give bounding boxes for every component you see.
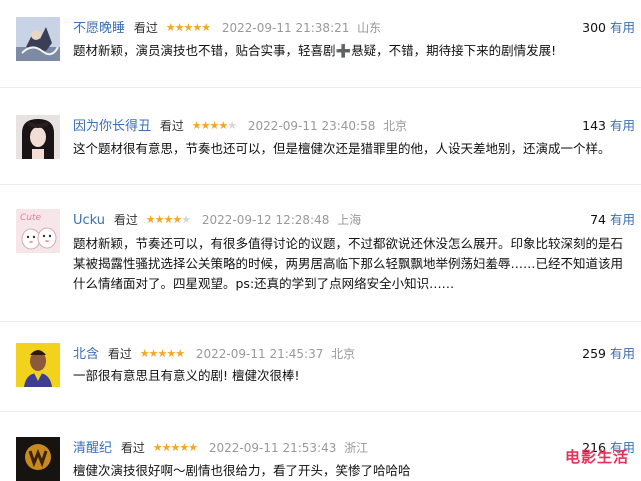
comment-text: 一部很有意思且有意义的剧! 檀健次很棒! [73,368,300,383]
star-filled-icon: ★ [165,21,176,34]
star-filled-icon: ★ [188,441,198,454]
comment-location: 上海 [337,213,362,227]
comment-time: 2022-09-11 21:38:21 [221,21,350,35]
vote-count: 143 [582,118,606,133]
useful-button[interactable]: 有用 [610,212,635,227]
vote-count: 74 [590,212,606,227]
rating-stars: ★★★★★ [191,117,237,135]
divider [0,184,641,185]
avatar[interactable] [16,115,60,159]
star-filled-icon: ★ [163,213,173,226]
avatar[interactable]: Cute [16,209,60,253]
watched-label: 看过 [133,21,158,35]
comment-time: 2022-09-11 21:45:37 [195,347,324,361]
rating-stars: ★★★★★ [152,439,198,457]
rating-stars: ★★★★★ [139,345,185,363]
comment-meta: 因为你长得丑 看过 ★★★★★ 2022-09-11 23:40:58 北京 [73,117,407,135]
comment-meta: Ucku 看过 ★★★★★ 2022-09-12 12:28:48 上海 [73,211,361,229]
vote-area: 259 有用 [582,345,635,363]
username-link[interactable]: Ucku [73,213,105,228]
star-filled-icon: ★ [209,119,219,132]
watched-label: 看过 [107,347,132,361]
star-filled-icon: ★ [157,347,167,360]
star-filled-icon: ★ [166,347,176,360]
vote-area: 74 有用 [590,211,635,229]
comment-meta: 北含 看过 ★★★★★ 2022-09-11 21:45:37 北京 [73,345,355,363]
comment-location: 北京 [331,347,356,361]
star-filled-icon: ★ [170,441,180,454]
star-filled-icon: ★ [175,347,185,360]
rating-stars: ★★★★★ [165,19,211,37]
username-link[interactable]: 北含 [73,347,99,362]
vote-count: 300 [582,20,606,35]
comment-time: 2022-09-12 12:28:48 [201,213,330,227]
divider [0,87,641,88]
plus-icon: ➕ [335,43,352,58]
star-empty-icon: ★ [181,213,191,226]
comment-location: 北京 [383,119,408,133]
avatar[interactable] [16,437,60,481]
divider [0,321,641,322]
comment-text: 这个题材很有意思，节奏也还可以，但是檀健次还是猎罪里的他，人设天差地别，还演成一… [73,141,611,156]
comment-time: 2022-09-11 21:53:43 [208,441,337,455]
star-filled-icon: ★ [191,119,202,132]
useful-button[interactable]: 有用 [610,346,635,361]
comment-meta: 清醒纪 看过 ★★★★★ 2022-09-11 21:53:43 浙江 [73,439,368,457]
comment-text: 题材新颖，节奏还可以，有很多值得讨论的议题，不过都欲说还休没怎么展开。印象比较深… [73,236,624,291]
star-empty-icon: ★ [227,119,237,132]
avatar[interactable] [16,17,60,61]
comment-meta: 不愿晚睡 看过 ★★★★★ 2022-09-11 21:38:21 山东 [73,19,381,37]
svg-text:Cute: Cute [20,213,42,223]
comment-text: 檀健次演技很好啊～剧情也很给力，看了开头，笑惨了哈哈哈 [73,463,411,478]
star-filled-icon: ★ [145,213,156,226]
comment-text: 题材新颖，演员演技也不错，贴合实事，轻喜剧➕悬疑，不错，期待接下来的剧情发展! [73,41,635,61]
username-link[interactable]: 不愿晚睡 [73,21,125,36]
username-link[interactable]: 因为你长得丑 [73,119,151,134]
star-filled-icon: ★ [172,213,182,226]
comment-location: 山东 [357,21,382,35]
comment-location: 浙江 [344,441,369,455]
star-filled-icon: ★ [192,21,202,34]
star-filled-icon: ★ [139,347,150,360]
vote-area: 143 有用 [582,117,635,135]
useful-button[interactable]: 有用 [610,118,635,133]
star-filled-icon: ★ [179,441,189,454]
watched-label: 看过 [120,441,145,455]
star-filled-icon: ★ [152,441,163,454]
rating-stars: ★★★★★ [145,211,191,229]
avatar[interactable] [16,343,60,387]
comment-text-part: 题材新颖，演员演技也不错，贴合实事，轻喜剧 [73,43,336,58]
star-filled-icon: ★ [183,21,193,34]
watched-label: 看过 [159,119,184,133]
vote-count: 259 [582,346,606,361]
divider [0,411,641,412]
vote-area: 300 有用 [582,19,635,37]
comment-time: 2022-09-11 23:40:58 [247,119,376,133]
watermark: 电影生活 [564,448,629,466]
star-filled-icon: ★ [218,119,228,132]
watched-label: 看过 [113,213,138,227]
star-filled-icon: ★ [201,21,211,34]
useful-button[interactable]: 有用 [610,20,635,35]
username-link[interactable]: 清醒纪 [73,441,112,456]
comment-text-part: 悬疑，不错，期待接下来的剧情发展! [351,43,557,58]
